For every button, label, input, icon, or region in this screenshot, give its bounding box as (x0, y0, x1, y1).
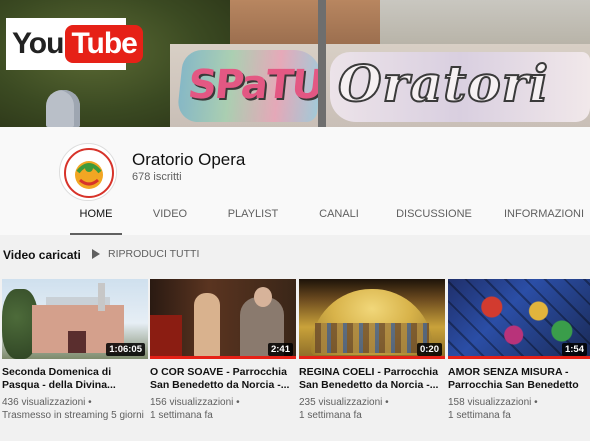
play-all-button[interactable]: RIPRODUCI TUTTI (92, 248, 199, 260)
video-time: 1 settimana fa (448, 410, 511, 421)
thumb-crowd (315, 323, 429, 353)
watch-progress-bar (150, 356, 296, 359)
thumb-head (254, 287, 272, 307)
video-card[interactable]: 1:54 AMOR SENZA MISURA - Parrocchia San … (448, 279, 590, 422)
banner-roof (230, 0, 380, 44)
tab-video[interactable]: VIDEO (146, 197, 194, 235)
video-time: Trasmesso in streaming 5 giorni (2, 410, 144, 421)
thumb-tower (98, 283, 105, 311)
banner-graffiti-right: Oratori (330, 52, 590, 122)
tab-discussione[interactable]: DISCUSSIONE (396, 197, 472, 235)
thumb-door (68, 331, 86, 353)
play-icon (92, 249, 100, 259)
video-card[interactable]: 0:20 REGINA COELI - Parrocchia San Bened… (299, 279, 445, 422)
banner-pole (318, 0, 326, 127)
video-views: 436 visualizzazioni • (2, 397, 92, 408)
subscriber-count: 678 iscritti (132, 171, 182, 183)
video-duration: 1:54 (561, 343, 587, 356)
banner-statue (46, 90, 80, 127)
channel-header: Oratorio Opera 678 iscritti HOME VIDEO P… (0, 127, 590, 235)
channel-banner: SPaTU Oratori You Tube (0, 0, 590, 127)
video-title[interactable]: AMOR SENZA MISURA - Parrocchia San Bened… (448, 366, 590, 392)
thumb-red-figure (150, 315, 182, 359)
video-duration: 2:41 (267, 343, 293, 356)
tab-playlist[interactable]: PLAYLIST (222, 197, 284, 235)
thumb-figure (194, 293, 220, 359)
tab-informazioni[interactable]: INFORMAZIONI (502, 197, 586, 235)
youtube-logo-tube: Tube (65, 25, 143, 63)
banner-graffiti-left: SPaTU (176, 50, 324, 122)
video-title[interactable]: O COR SOAVE - Parrocchia San Benedetto d… (150, 366, 296, 392)
uploads-section-title[interactable]: Video caricati (3, 248, 81, 262)
video-time: 1 settimana fa (299, 410, 362, 421)
channel-logo-icon (61, 145, 116, 200)
video-card[interactable]: 2:41 O COR SOAVE - Parrocchia San Benede… (150, 279, 296, 422)
video-time: 1 settimana fa (150, 410, 213, 421)
channel-tabs: HOME VIDEO PLAYLIST CANALI DISCUSSIONE I… (0, 197, 590, 235)
video-thumbnail[interactable]: 1:54 (448, 279, 590, 359)
watch-progress-bar (448, 356, 590, 359)
channel-avatar[interactable] (59, 143, 117, 201)
video-views: 235 visualizzazioni • (299, 397, 389, 408)
video-thumbnail[interactable]: 1:06:05 (2, 279, 148, 359)
watch-progress-bar (299, 356, 445, 359)
tab-canali[interactable]: CANALI (312, 197, 366, 235)
video-title[interactable]: REGINA COELI - Parrocchia San Benedetto … (299, 366, 445, 392)
youtube-logo-you: You (12, 27, 64, 60)
video-views: 156 visualizzazioni • (150, 397, 240, 408)
video-title[interactable]: Seconda Domenica di Pasqua - della Divin… (2, 366, 148, 392)
channel-name: Oratorio Opera (132, 150, 246, 169)
play-all-label: RIPRODUCI TUTTI (108, 248, 200, 260)
video-thumbnail[interactable]: 2:41 (150, 279, 296, 359)
video-views: 158 visualizzazioni • (448, 397, 538, 408)
video-duration: 0:20 (416, 343, 442, 356)
video-duration: 1:06:05 (106, 343, 145, 356)
youtube-logo[interactable]: You Tube (6, 18, 143, 70)
video-thumbnail[interactable]: 0:20 (299, 279, 445, 359)
video-card[interactable]: 1:06:05 Seconda Domenica di Pasqua - del… (2, 279, 148, 422)
tab-home[interactable]: HOME (70, 197, 122, 235)
